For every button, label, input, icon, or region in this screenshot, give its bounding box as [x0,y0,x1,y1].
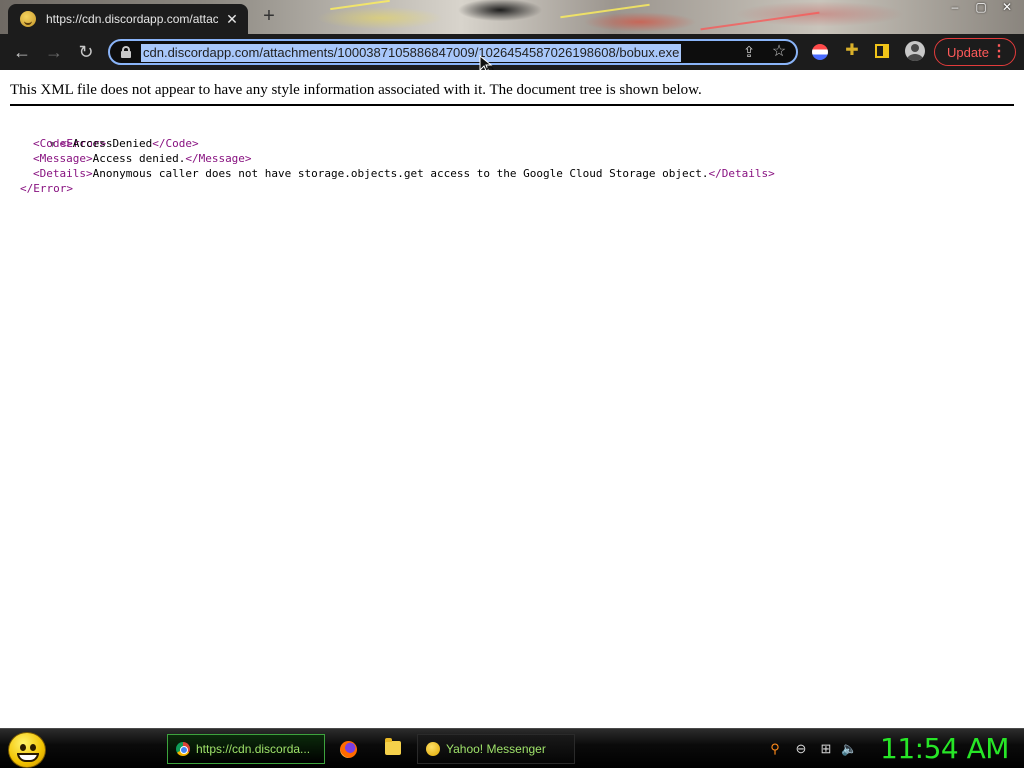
wallpaper-scribble [330,0,390,11]
browser-tab[interactable]: https://cdn.discordapp.com/attachments/1… [8,4,248,34]
bookmark-star-icon[interactable]: ☆ [770,43,788,61]
firefox-icon[interactable] [340,741,357,758]
side-panel-icon[interactable] [875,44,889,58]
wallpaper-scribble [560,3,650,19]
extensions-puzzle-icon[interactable]: ✚ [843,42,861,60]
browser-toolbar: ← → ↻ cdn.discordapp.com/attachments/100… [0,34,1024,70]
volume-icon[interactable]: 🔈 [841,741,857,757]
start-smiley-icon[interactable] [8,732,46,768]
lock-icon[interactable] [121,46,131,58]
close-window-button[interactable]: ✕ [996,0,1018,16]
xml-element-message: <Message>Access denied.</Message> [10,151,775,166]
xml-tag: </Code> [152,137,199,150]
taskbar-button-chrome[interactable]: https://cdn.discorda... [167,734,325,764]
taskbar-button-label: https://cdn.discorda... [196,742,311,756]
extension-flag-icon[interactable] [812,44,828,60]
xml-tag: </Message> [185,152,252,165]
address-bar[interactable]: cdn.discordapp.com/attachments/100038710… [108,39,798,65]
maximize-button[interactable]: ▢ [970,0,992,16]
minus-circle-icon[interactable]: ⊖ [793,741,809,757]
chrome-icon [176,742,190,756]
xml-style-notice: This XML file does not appear to have an… [10,81,1014,106]
search-icon[interactable]: ⚲ [767,741,783,757]
xml-tag: </Error> [20,182,73,195]
xml-root-open-line[interactable]: ▼ <Error> [10,121,775,150]
page-content: This XML file does not appear to have an… [0,70,1024,728]
browser-tab-strip: https://cdn.discordapp.com/attachments/1… [0,0,1024,34]
xml-tree: ▼ <Error> <Code>AccessDenied</Code> <Mess… [10,121,775,196]
xml-tag: <Message> [33,152,93,165]
xml-text: Anonymous caller does not have storage.o… [92,167,709,180]
tab-favicon-icon [20,11,36,27]
tab-title: https://cdn.discordapp.com/attachments/1… [46,12,218,26]
xml-root-close-line: </Error> [10,181,775,196]
xml-element-details: <Details>Anonymous caller does not have … [10,166,775,181]
forward-button[interactable]: → [42,40,66,64]
network-icon[interactable]: ⊞ [818,741,834,757]
back-button[interactable]: ← [10,40,34,64]
taskbar: https://cdn.discorda... Yahoo! Messenger… [0,728,1024,768]
minimize-button[interactable]: – [944,0,966,16]
xml-text: AccessDenied [72,137,153,150]
taskbar-button-yahoo-messenger[interactable]: Yahoo! Messenger [417,734,575,764]
xml-tag: <Details> [33,167,93,180]
new-tab-button[interactable]: + [258,6,280,28]
window-controls: – ▢ ✕ [944,0,1018,16]
address-bar-url[interactable]: cdn.discordapp.com/attachments/100038710… [141,44,682,62]
folder-icon[interactable] [385,738,401,755]
reload-button[interactable]: ↻ [74,40,98,64]
share-icon[interactable]: ⇪ [740,44,758,62]
update-button[interactable]: Update ⋮ [934,38,1016,66]
xml-text: Access denied. [92,152,186,165]
taskbar-clock[interactable]: 11:54 AM [880,732,1009,766]
xml-element-code: <Code>AccessDenied</Code> [10,136,775,151]
taskbar-button-label: Yahoo! Messenger [446,742,546,756]
wallpaper-scribble [700,11,820,31]
xml-tag: </Details> [708,167,775,180]
yahoo-messenger-icon [426,742,440,756]
xml-tag: <Code> [33,137,73,150]
tab-close-icon[interactable]: ✕ [224,11,240,28]
profile-avatar-icon[interactable] [905,41,925,61]
menu-kebab-icon[interactable]: ⋮ [991,43,1007,61]
update-button-label: Update [947,44,989,60]
